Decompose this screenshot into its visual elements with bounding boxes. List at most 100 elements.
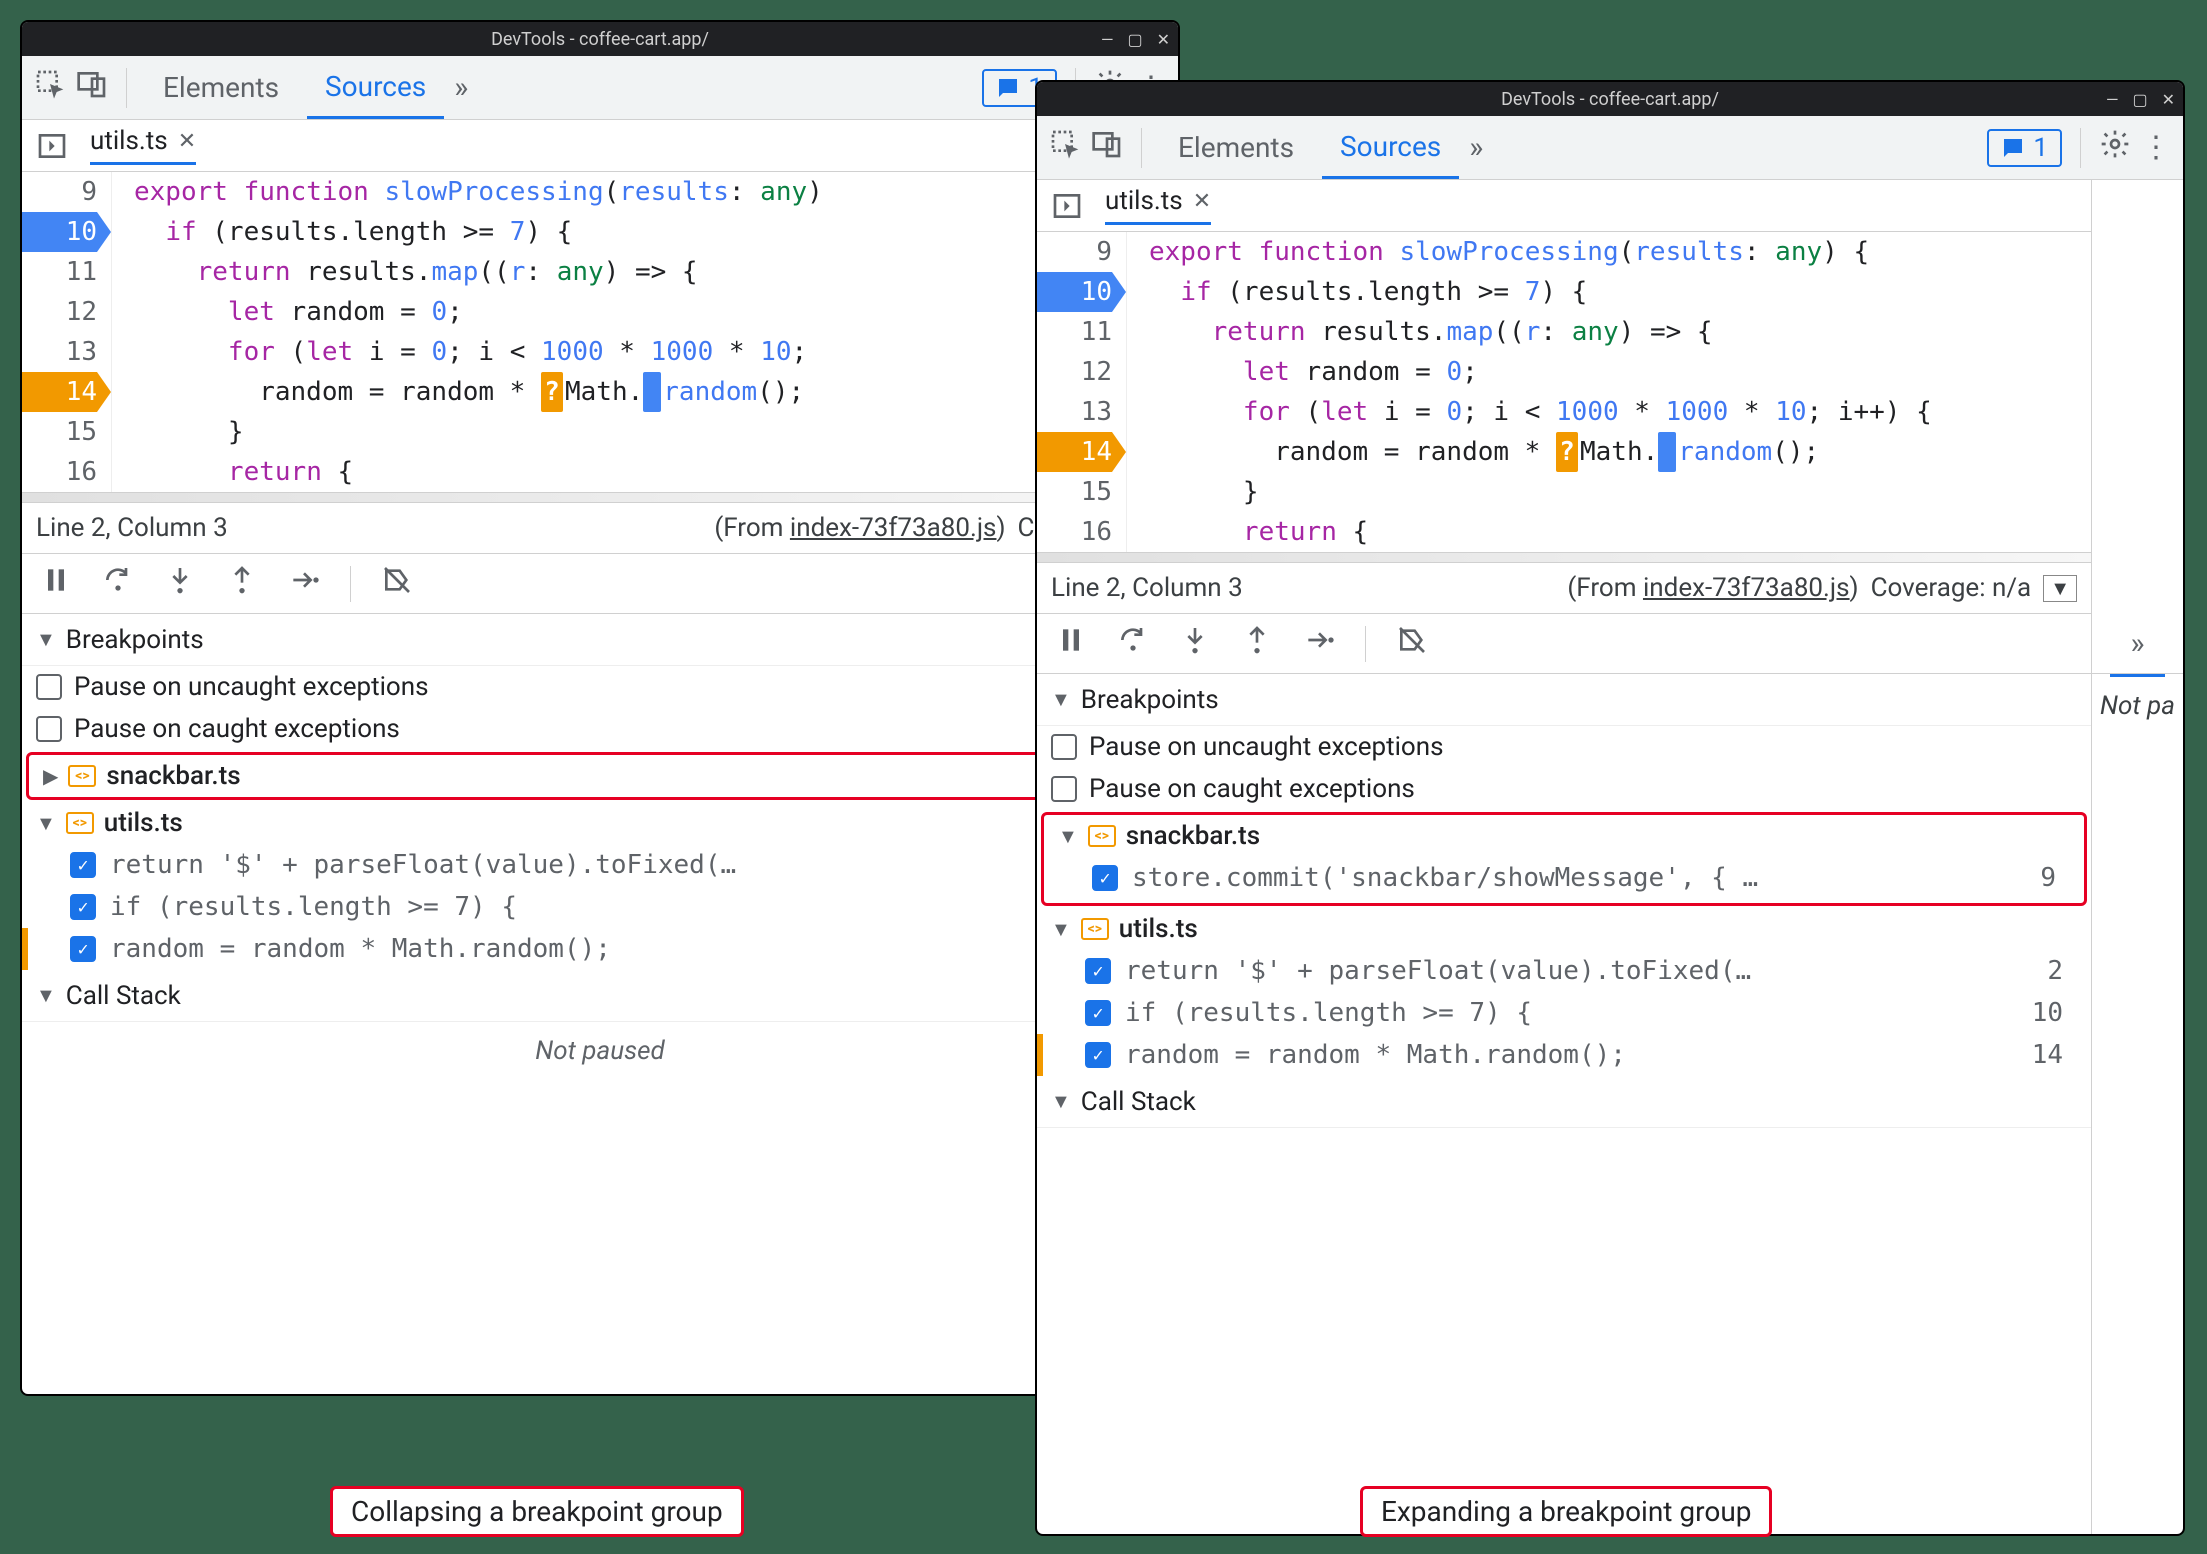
step-into-icon[interactable] bbox=[1179, 624, 1211, 664]
window-title: DevTools - coffee-cart.app/ bbox=[491, 29, 709, 50]
step-into-icon[interactable] bbox=[164, 564, 196, 604]
checkbox-unchecked[interactable] bbox=[36, 716, 62, 742]
code-content: export function slowProcessing(results: … bbox=[1127, 232, 2091, 552]
tab-elements[interactable]: Elements bbox=[145, 56, 297, 119]
deactivate-breakpoints-icon[interactable] bbox=[1396, 624, 1428, 664]
ts-file-icon: <> bbox=[66, 812, 94, 834]
navigator-toggle-icon[interactable] bbox=[1047, 190, 1087, 222]
tab-elements[interactable]: Elements bbox=[1160, 116, 1312, 179]
breakpoint-item[interactable]: ✓ if (results.length >= 7) { 10 bbox=[22, 886, 1178, 928]
step-over-icon[interactable] bbox=[102, 564, 134, 604]
file-tab-label: utils.ts bbox=[1105, 186, 1183, 216]
checkbox-checked[interactable]: ✓ bbox=[70, 936, 96, 962]
ts-file-icon: <> bbox=[68, 765, 96, 787]
step-over-icon[interactable] bbox=[1117, 624, 1149, 664]
pause-caught-row[interactable]: Pause on caught exceptions bbox=[22, 708, 1178, 750]
file-tab-label: utils.ts bbox=[90, 126, 168, 156]
breakpoint-item-conditional[interactable]: ✓ random = random * Math.random(); 14 bbox=[1037, 1034, 2091, 1076]
checkbox-unchecked[interactable] bbox=[36, 674, 62, 700]
navigator-toggle-icon[interactable] bbox=[32, 130, 72, 162]
tab-sources[interactable]: Sources bbox=[307, 56, 444, 119]
kebab-icon[interactable]: ⋮ bbox=[2141, 130, 2171, 165]
chevron-down-icon: ▼ bbox=[1051, 917, 1071, 942]
coverage-label: Coverage: n/a bbox=[1871, 573, 2032, 603]
sidebar-not-paused: Not pa bbox=[2100, 691, 2175, 721]
settings-icon[interactable] bbox=[2099, 128, 2131, 168]
breakpoints-section-header[interactable]: ▼ Breakpoints bbox=[1037, 674, 2091, 726]
step-icon[interactable] bbox=[288, 564, 320, 604]
chevron-right-icon: ▶ bbox=[43, 764, 58, 788]
sidebar-overflow-icon[interactable]: » bbox=[2130, 626, 2144, 661]
window-titlebar: DevTools - coffee-cart.app/ — ▢ ✕ bbox=[1037, 82, 2183, 116]
inspect-icon[interactable] bbox=[1049, 128, 1081, 168]
step-out-icon[interactable] bbox=[226, 564, 258, 604]
caption-right: Expanding a breakpoint group bbox=[1360, 1486, 1772, 1537]
close-tab-icon[interactable]: ✕ bbox=[178, 129, 196, 154]
sourcemap-from[interactable]: (From index-73f73a80.js) bbox=[1567, 573, 1858, 603]
code-content: export function slowProcessing(results: … bbox=[112, 172, 1178, 492]
minimize-icon[interactable]: — bbox=[1101, 30, 1114, 49]
window-titlebar: DevTools - coffee-cart.app/ — ▢ ✕ bbox=[22, 22, 1178, 56]
group-utils-expanded[interactable]: ▼ <> utils.ts bbox=[1037, 908, 2091, 950]
issues-count: 1 bbox=[2033, 133, 2048, 163]
file-tab-utils[interactable]: utils.ts ✕ bbox=[90, 126, 196, 165]
sourcemap-from[interactable]: (From index-73f73a80.js) bbox=[714, 513, 1005, 543]
checkbox-checked[interactable]: ✓ bbox=[1092, 865, 1118, 891]
device-icon[interactable] bbox=[1091, 128, 1123, 168]
close-icon[interactable]: ✕ bbox=[2162, 90, 2175, 109]
chevron-down-icon: ▼ bbox=[1051, 687, 1071, 712]
device-icon[interactable] bbox=[76, 68, 108, 108]
close-tab-icon[interactable]: ✕ bbox=[1193, 189, 1211, 214]
pause-icon[interactable] bbox=[40, 564, 72, 604]
checkbox-checked[interactable]: ✓ bbox=[70, 852, 96, 878]
breakpoint-item[interactable]: ✓ return '$' + parseFloat(value).toFixed… bbox=[1037, 950, 2091, 992]
more-tabs-icon[interactable]: » bbox=[1469, 130, 1483, 165]
step-icon[interactable] bbox=[1303, 624, 1335, 664]
checkbox-checked[interactable]: ✓ bbox=[1085, 1000, 1111, 1026]
breakpoint-item[interactable]: ✓ store.commit('snackbar/showMessage', {… bbox=[1044, 857, 2084, 899]
checkbox-checked[interactable]: ✓ bbox=[1085, 958, 1111, 984]
maximize-icon[interactable]: ▢ bbox=[1127, 30, 1142, 49]
breakpoint-item[interactable]: ✓ return '$' + parseFloat(value).toFixed… bbox=[22, 844, 1178, 886]
close-icon[interactable]: ✕ bbox=[1157, 30, 1170, 49]
checkbox-unchecked[interactable] bbox=[1051, 734, 1077, 760]
ts-file-icon: <> bbox=[1081, 918, 1109, 940]
code-editor[interactable]: 9 10 11 12 13 14 15 16 17 export functio… bbox=[22, 172, 1178, 492]
cursor-position: Line 2, Column 3 bbox=[36, 513, 228, 543]
ts-file-icon: <> bbox=[1088, 825, 1116, 847]
breakpoints-section-header[interactable]: ▼ Breakpoints bbox=[22, 614, 1178, 666]
step-out-icon[interactable] bbox=[1241, 624, 1273, 664]
file-tab-utils[interactable]: utils.ts ✕ bbox=[1105, 186, 1211, 225]
chevron-down-icon: ▼ bbox=[1051, 1089, 1071, 1114]
breakpoint-item[interactable]: ✓ if (results.length >= 7) { 10 bbox=[1037, 992, 2091, 1034]
line-gutter[interactable]: 9 10 11 12 13 14 15 16 17 bbox=[22, 172, 112, 492]
chevron-down-icon: ▼ bbox=[1058, 824, 1078, 849]
checkbox-unchecked[interactable] bbox=[1051, 776, 1077, 802]
issues-button[interactable]: 1 bbox=[1987, 129, 2062, 167]
callstack-section-header[interactable]: ▼ Call Stack bbox=[22, 970, 1178, 1022]
code-editor[interactable]: 9 10 11 12 13 14 15 16 17 export functio… bbox=[1037, 232, 2091, 552]
minimize-icon[interactable]: — bbox=[2106, 90, 2119, 109]
chevron-down-icon: ▼ bbox=[36, 983, 56, 1008]
more-tabs-icon[interactable]: » bbox=[454, 70, 468, 105]
group-snackbar-expanded[interactable]: ▼ <> snackbar.ts bbox=[1044, 815, 2084, 857]
breakpoint-item-conditional[interactable]: ✓ random = random * Math.random(); 14 bbox=[22, 928, 1178, 970]
callstack-section-header[interactable]: ▼ Call Stack bbox=[1037, 1076, 2091, 1128]
pause-icon[interactable] bbox=[1055, 624, 1087, 664]
line-gutter[interactable]: 9 10 11 12 13 14 15 16 17 bbox=[1037, 232, 1127, 552]
pause-uncaught-row[interactable]: Pause on uncaught exceptions bbox=[22, 666, 1178, 708]
checkbox-checked[interactable]: ✓ bbox=[1085, 1042, 1111, 1068]
group-snackbar-collapsed[interactable]: ▶ <> snackbar.ts bbox=[26, 752, 1174, 800]
pause-uncaught-row[interactable]: Pause on uncaught exceptions bbox=[1037, 726, 2091, 768]
tab-sources[interactable]: Sources bbox=[1322, 116, 1459, 179]
inspect-icon[interactable] bbox=[34, 68, 66, 108]
collapse-icon[interactable]: ▼ bbox=[2043, 575, 2077, 602]
group-utils-expanded[interactable]: ▼ <> utils.ts bbox=[22, 802, 1178, 844]
maximize-icon[interactable]: ▢ bbox=[2132, 90, 2147, 109]
cursor-position: Line 2, Column 3 bbox=[1051, 573, 1243, 603]
window-title: DevTools - coffee-cart.app/ bbox=[1501, 89, 1719, 110]
pause-caught-row[interactable]: Pause on caught exceptions bbox=[1037, 768, 2091, 810]
checkbox-checked[interactable]: ✓ bbox=[70, 894, 96, 920]
callstack-status: Not paused bbox=[22, 1022, 1178, 1080]
deactivate-breakpoints-icon[interactable] bbox=[381, 564, 413, 604]
